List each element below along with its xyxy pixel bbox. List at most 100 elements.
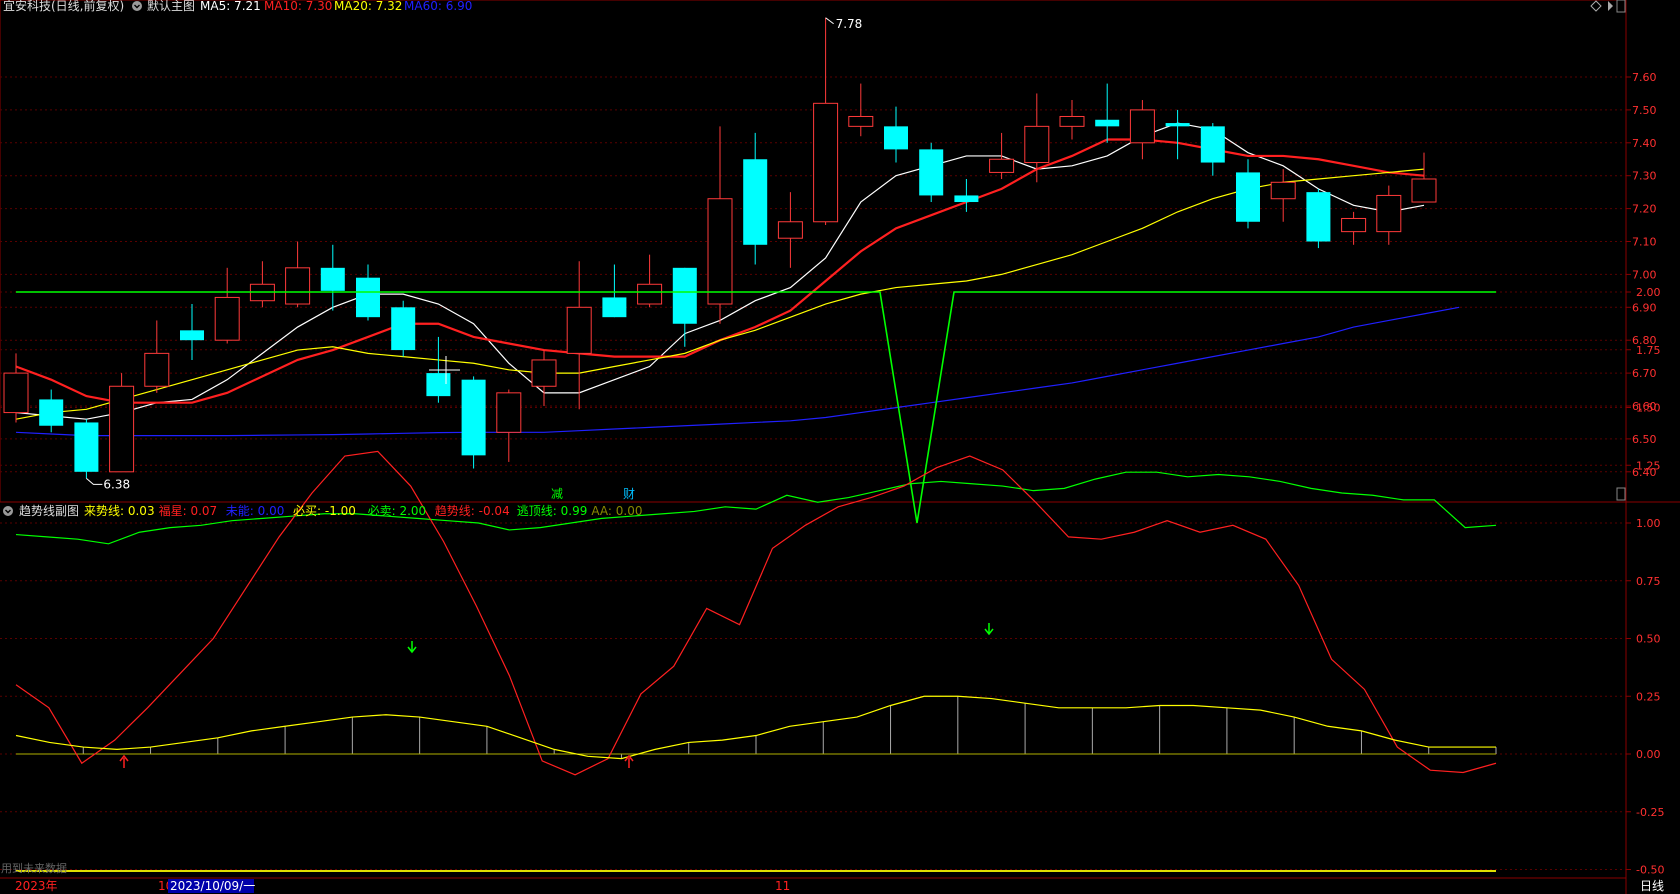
ma20-label: MA20: 7.32 bbox=[334, 0, 402, 13]
candle-body-up bbox=[285, 267, 311, 305]
candle[interactable] bbox=[214, 267, 240, 344]
candle[interactable] bbox=[180, 304, 204, 360]
stock-title[interactable]: 宜安科技(日线,前复权) bbox=[3, 0, 124, 13]
candle[interactable] bbox=[496, 389, 522, 462]
candle[interactable] bbox=[777, 192, 803, 268]
candle-body-up bbox=[813, 102, 839, 223]
sell-arrow-icon bbox=[407, 641, 417, 654]
indicator-lines bbox=[15, 291, 1497, 872]
candle[interactable] bbox=[919, 142, 944, 203]
collapse-panel-icon[interactable] bbox=[1608, 1, 1613, 11]
price-tick-label: 7.00 bbox=[1632, 268, 1657, 281]
sub-settings-toggle-icon[interactable] bbox=[3, 506, 13, 516]
future-data-note: 用到未来数据 bbox=[1, 861, 67, 875]
candle[interactable] bbox=[954, 178, 979, 212]
candle[interactable] bbox=[249, 261, 275, 308]
period-label[interactable]: 日线 bbox=[1640, 879, 1664, 893]
candle[interactable] bbox=[1306, 188, 1331, 249]
candle[interactable] bbox=[461, 376, 486, 469]
candle-body-down bbox=[1095, 119, 1120, 127]
panel-scroll-box-bottom[interactable] bbox=[1616, 487, 1626, 501]
candle[interactable] bbox=[1236, 159, 1260, 229]
indicator-tick-label: 1.25 bbox=[1636, 459, 1661, 472]
candlestick-series[interactable] bbox=[3, 17, 1437, 479]
panel-scroll-box[interactable] bbox=[1616, 0, 1626, 13]
candle[interactable] bbox=[743, 132, 768, 265]
expand-icon[interactable] bbox=[1590, 0, 1602, 12]
candle-body-down bbox=[39, 399, 64, 426]
sell-arrow-icon bbox=[984, 623, 994, 636]
candle-body-down bbox=[356, 277, 380, 318]
candle[interactable] bbox=[602, 264, 627, 318]
candle[interactable] bbox=[637, 254, 663, 308]
candle-body-down bbox=[1165, 123, 1190, 127]
sub-chart-grid bbox=[0, 291, 1626, 870]
candle[interactable] bbox=[320, 244, 345, 311]
candle-body-up bbox=[1024, 125, 1050, 164]
year-label: 2023年 bbox=[15, 879, 58, 893]
main-chart-name[interactable]: 默认主图 bbox=[147, 0, 195, 13]
low-price-label: 6.38 bbox=[103, 477, 130, 491]
sub-legend-item: 福星: 0.07 bbox=[159, 503, 218, 518]
chart-canvas: 7.607.507.407.307.207.107.006.906.806.70… bbox=[0, 0, 1680, 894]
candle[interactable] bbox=[672, 267, 697, 347]
candle-body-down bbox=[1306, 192, 1331, 242]
candle-body-up bbox=[566, 306, 592, 354]
candle[interactable] bbox=[813, 17, 839, 226]
settings-toggle-icon[interactable] bbox=[132, 1, 142, 11]
price-annotations: 7.78 6.38 减 财 bbox=[86, 17, 1626, 501]
sub-legend-item: 逃顶线: 0.99 bbox=[517, 504, 588, 518]
ma10-label: MA10: 7.30 bbox=[264, 0, 332, 13]
sub-chart-name[interactable]: 趋势线副图 bbox=[19, 504, 79, 518]
candle[interactable] bbox=[74, 419, 99, 479]
ma60-label: MA60: 6.90 bbox=[404, 0, 472, 13]
candle[interactable] bbox=[707, 126, 733, 324]
candle[interactable] bbox=[1411, 152, 1437, 203]
sub-legend-item: 未能: 0.00 bbox=[226, 504, 285, 518]
candle[interactable] bbox=[1165, 109, 1190, 160]
candle[interactable] bbox=[144, 320, 170, 393]
candle[interactable] bbox=[1129, 100, 1155, 160]
main-chart-grid bbox=[0, 76, 1626, 473]
candle-body-down bbox=[884, 126, 908, 150]
candle[interactable] bbox=[1200, 123, 1225, 176]
candle[interactable] bbox=[1024, 93, 1050, 183]
sub-legend-item: 必卖: 2.00 bbox=[368, 504, 427, 518]
indicator-tick-label: -0.50 bbox=[1636, 864, 1664, 877]
price-tick-label: 7.50 bbox=[1632, 104, 1657, 117]
candle[interactable] bbox=[109, 373, 135, 473]
month-marker-11: 11 bbox=[775, 879, 790, 893]
main-chart-header: 宜安科技(日线,前复权) 默认主图 MA5: 7.21 MA10: 7.30 M… bbox=[3, 0, 1626, 13]
bottom-date-bar: 用到未来数据 2023年 10 2023/10/09/一 11 日线 bbox=[1, 861, 1664, 893]
sub-legend-item: 趋势线: -0.04 bbox=[435, 504, 510, 518]
event-marker-reduce[interactable]: 减 bbox=[551, 487, 563, 501]
candle[interactable] bbox=[884, 106, 908, 163]
candle[interactable] bbox=[1095, 83, 1120, 143]
candle[interactable] bbox=[1270, 169, 1296, 222]
price-tick-label: 7.20 bbox=[1632, 203, 1657, 216]
indicator-tick-label: 0.75 bbox=[1636, 575, 1661, 588]
candle[interactable] bbox=[285, 241, 311, 308]
candle-body-down bbox=[743, 159, 768, 245]
candle[interactable] bbox=[1376, 185, 1402, 245]
candle[interactable] bbox=[39, 389, 64, 433]
candle-body-up bbox=[1270, 181, 1296, 200]
candle-body-up bbox=[1129, 109, 1155, 144]
candle-body-up bbox=[3, 372, 29, 414]
candle-body-up bbox=[1341, 217, 1367, 233]
indicator-tick-label: 0.25 bbox=[1636, 690, 1661, 703]
candle[interactable] bbox=[1341, 211, 1367, 245]
line-trend bbox=[15, 450, 1497, 776]
candle[interactable] bbox=[3, 353, 29, 423]
candle[interactable] bbox=[1059, 100, 1085, 140]
ma5-label: MA5: 7.21 bbox=[200, 0, 261, 13]
candle[interactable] bbox=[391, 300, 416, 357]
event-marker-finance[interactable]: 财 bbox=[623, 487, 635, 501]
candle[interactable] bbox=[531, 350, 557, 406]
candle-body-up bbox=[1376, 194, 1402, 233]
price-tick-label: 6.70 bbox=[1632, 367, 1657, 380]
candle[interactable] bbox=[566, 261, 592, 410]
candle[interactable] bbox=[848, 83, 874, 137]
candle-body-up bbox=[109, 385, 135, 473]
indicator-tick-label: 2.00 bbox=[1636, 286, 1661, 299]
